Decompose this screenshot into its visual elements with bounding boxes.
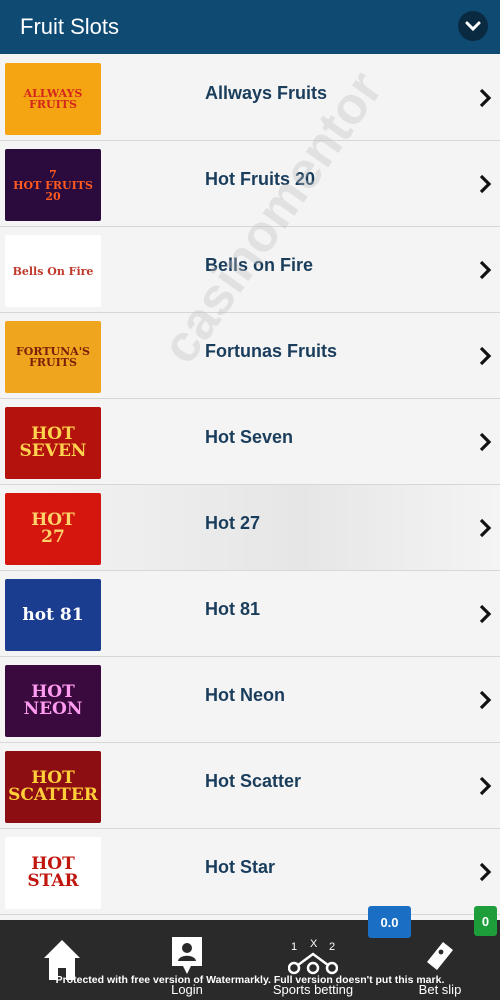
nav-sports-betting[interactable]: 1 X 2 Sports betting	[262, 920, 364, 1000]
svg-text:1: 1	[291, 941, 297, 953]
thumbnail-logo-text: FORTUNA'S FRUITS	[15, 345, 91, 369]
chevron-right-icon	[479, 690, 492, 710]
game-title: Hot 27	[205, 513, 261, 533]
game-row[interactable]: 7 HOT FRUITS 20 Hot Fruits 20	[0, 141, 500, 227]
game-row[interactable]: HOT NEON Hot Neon	[0, 657, 500, 743]
game-row[interactable]: FORTUNA'S FRUITS Fortunas Fruits	[0, 313, 500, 399]
game-title: Hot Scatter	[205, 771, 302, 791]
game-row[interactable]: HOT SEVEN Hot Seven	[0, 399, 500, 485]
thumbnail-logo-text: HOT NEON	[23, 682, 83, 719]
game-thumbnail: 7 HOT FRUITS 20	[5, 149, 101, 221]
game-thumbnail: ALLWAYS FRUITS	[5, 63, 101, 135]
game-thumbnail: HOT 27	[5, 493, 101, 565]
app-header: Fruit Slots	[0, 0, 500, 54]
balance-badge[interactable]: 0.0	[368, 906, 411, 938]
game-title: Hot 81	[205, 599, 261, 619]
game-thumbnail: HOT SCATTER	[5, 751, 101, 823]
chevron-right-icon	[479, 346, 492, 366]
chevron-right-icon	[479, 518, 492, 538]
bottom-nav: Login 1 X 2 Sports betting Bet slip	[0, 920, 500, 1000]
user-badge-icon	[172, 937, 202, 974]
game-title: Hot Star	[205, 857, 276, 877]
nav-login[interactable]: Login	[150, 920, 224, 1000]
thumbnail-logo-text: hot 81	[22, 604, 84, 625]
game-title: Hot Fruits 20	[205, 169, 316, 189]
nav-login-label: Login	[171, 982, 203, 997]
thumbnail-logo-text: HOT SEVEN	[19, 424, 87, 461]
thumbnail-logo-text: Bells On Fire	[12, 264, 94, 278]
game-row[interactable]: Bells On Fire Bells on Fire	[0, 227, 500, 313]
svg-text:X: X	[310, 938, 318, 950]
game-row[interactable]: HOT STAR Hot Star	[0, 829, 500, 915]
chevron-right-icon	[479, 174, 492, 194]
game-thumbnail: HOT SEVEN	[5, 407, 101, 479]
betslip-count-badge: 0	[474, 906, 497, 936]
chevron-right-icon	[479, 432, 492, 452]
game-row[interactable]: HOT SCATTER Hot Scatter	[0, 743, 500, 829]
ticket-icon	[427, 942, 453, 970]
nav-sports-label: Sports betting	[272, 982, 354, 997]
nav-bet-slip[interactable]: Bet slip	[408, 920, 472, 1000]
thumbnail-logo-text: HOT SCATTER	[8, 768, 98, 805]
game-thumbnail: HOT STAR	[5, 837, 101, 909]
game-thumbnail: HOT NEON	[5, 665, 101, 737]
game-row[interactable]: ALLWAYS FRUITS Allways Fruits	[0, 55, 500, 141]
thumbnail-logo-text: ALLWAYS FRUITS	[23, 87, 83, 111]
game-row[interactable]: HOT 27 Hot 27	[0, 485, 500, 571]
game-title: Bells on Fire	[205, 255, 314, 275]
chevron-right-icon	[479, 862, 492, 882]
game-title: Hot Neon	[205, 685, 285, 705]
game-title: Hot Seven	[205, 427, 294, 447]
chevron-right-icon	[479, 604, 492, 624]
nav-betslip-label: Bet slip	[418, 982, 462, 997]
home-icon	[44, 940, 80, 980]
chevron-right-icon	[479, 88, 492, 108]
nav-home[interactable]	[30, 920, 94, 1000]
thumbnail-logo-text: HOT STAR	[27, 854, 79, 891]
game-list: ALLWAYS FRUITS Allways Fruits 7 HOT FRUI…	[0, 55, 500, 915]
sports-betting-icon: 1 X 2	[288, 938, 338, 975]
game-thumbnail: hot 81	[5, 579, 101, 651]
game-thumbnail: Bells On Fire	[5, 235, 101, 307]
game-row[interactable]: hot 81 Hot 81	[0, 571, 500, 657]
game-title: Allways Fruits	[205, 83, 328, 103]
game-thumbnail: FORTUNA'S FRUITS	[5, 321, 101, 393]
chevron-right-icon	[479, 260, 492, 280]
thumbnail-logo-text: HOT 27	[31, 510, 75, 547]
chevron-right-icon	[479, 776, 492, 796]
page-title: Fruit Slots	[20, 14, 120, 39]
thumbnail-logo-text: 7 HOT FRUITS 20	[13, 167, 93, 203]
collapse-chevron-icon[interactable]	[458, 11, 488, 41]
game-title: Fortunas Fruits	[205, 341, 338, 361]
svg-text:2: 2	[329, 941, 335, 953]
